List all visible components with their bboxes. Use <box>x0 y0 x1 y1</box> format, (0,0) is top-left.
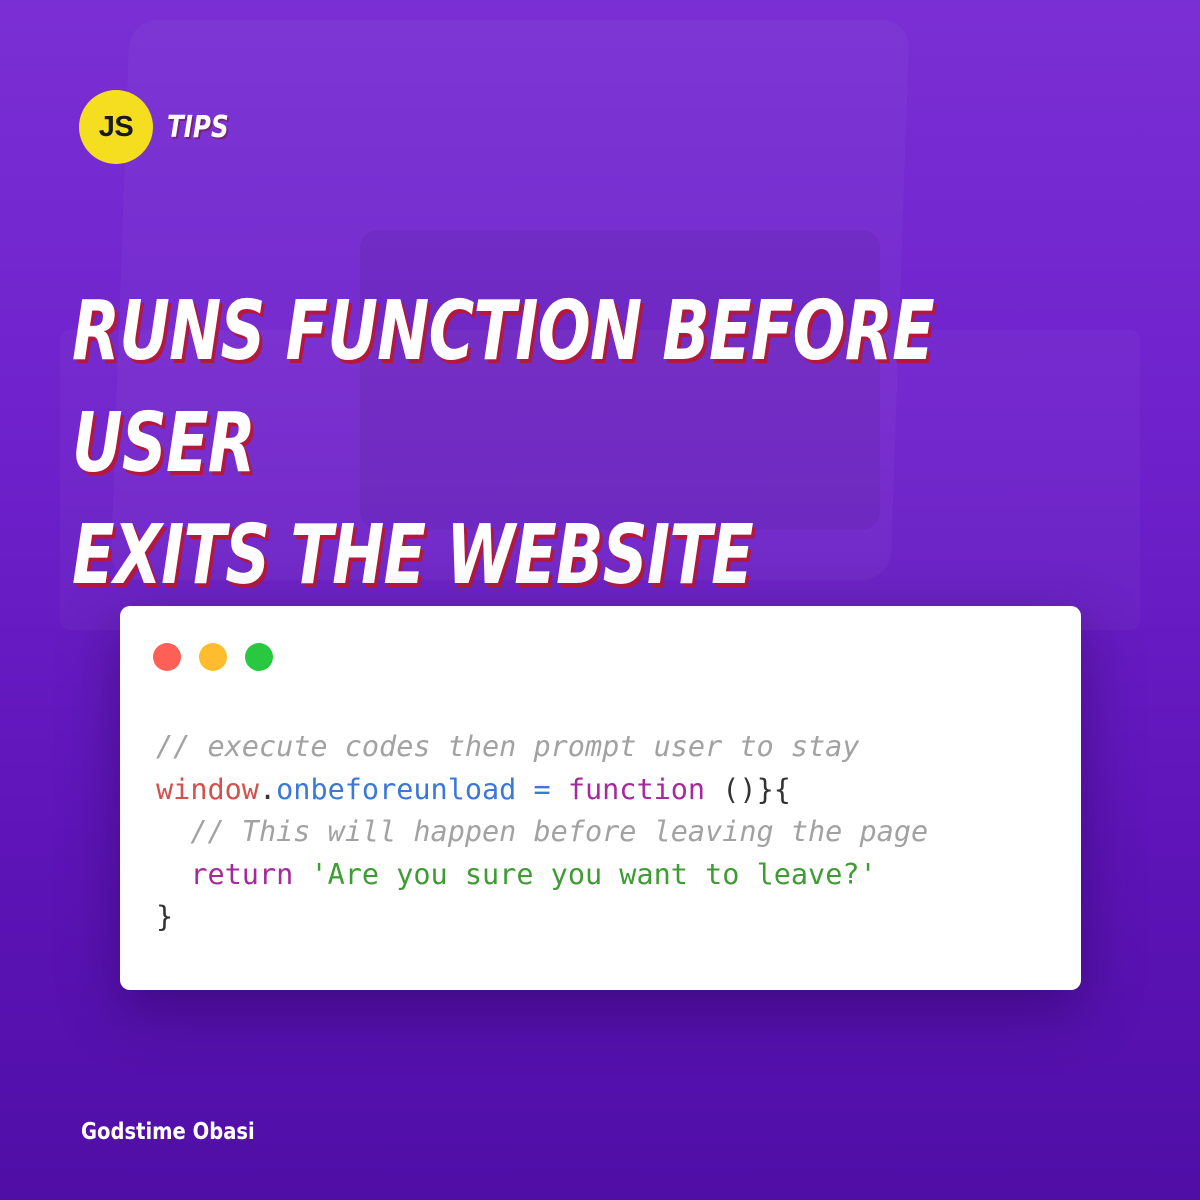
minimize-dot-icon <box>199 643 227 671</box>
code-token-punct: } <box>156 900 174 933</box>
code-block: // execute codes then prompt user to sta… <box>156 726 928 939</box>
headline-line-1: RUNS FUNCTION BEFORE USER <box>72 284 935 491</box>
code-token-var: window <box>156 772 259 806</box>
code-token-comment: // execute codes then prompt user to sta… <box>156 730 860 763</box>
headline: RUNS FUNCTION BEFORE USER EXITS THE WEBS… <box>72 276 946 612</box>
code-token-prop: onbeforeunload <box>276 772 517 806</box>
js-badge: JS <box>79 90 153 164</box>
maximize-dot-icon <box>245 643 273 671</box>
code-window: // execute codes then prompt user to sta… <box>120 606 1081 990</box>
code-token-comment: // This will happen before leaving the p… <box>156 815 929 848</box>
headline-line-2: EXITS THE WEBSITE <box>72 508 754 603</box>
code-token-str: 'Are you sure you want to leave?' <box>310 857 877 891</box>
code-token-kw: function <box>567 772 706 806</box>
code-line: // This will happen before leaving the p… <box>156 811 928 854</box>
tips-label: TIPS <box>167 109 229 145</box>
code-line: window.onbeforeunload = function ()}{ <box>156 769 928 812</box>
code-token-prop: = <box>516 772 568 806</box>
code-token-punct: ()}{ <box>705 772 791 806</box>
code-token-punct <box>293 858 310 891</box>
code-line: // execute codes then prompt user to sta… <box>156 726 928 769</box>
close-dot-icon <box>153 643 181 671</box>
js-tips-logo: JS TIPS <box>79 90 242 164</box>
code-token-punct <box>156 858 190 891</box>
code-line: } <box>156 896 928 939</box>
window-controls <box>153 643 291 671</box>
author-name: Godstime Obasi <box>81 1119 255 1145</box>
code-token-punct: . <box>258 772 277 806</box>
code-line: return 'Are you sure you want to leave?' <box>156 854 928 897</box>
code-token-kw: return <box>190 857 294 891</box>
